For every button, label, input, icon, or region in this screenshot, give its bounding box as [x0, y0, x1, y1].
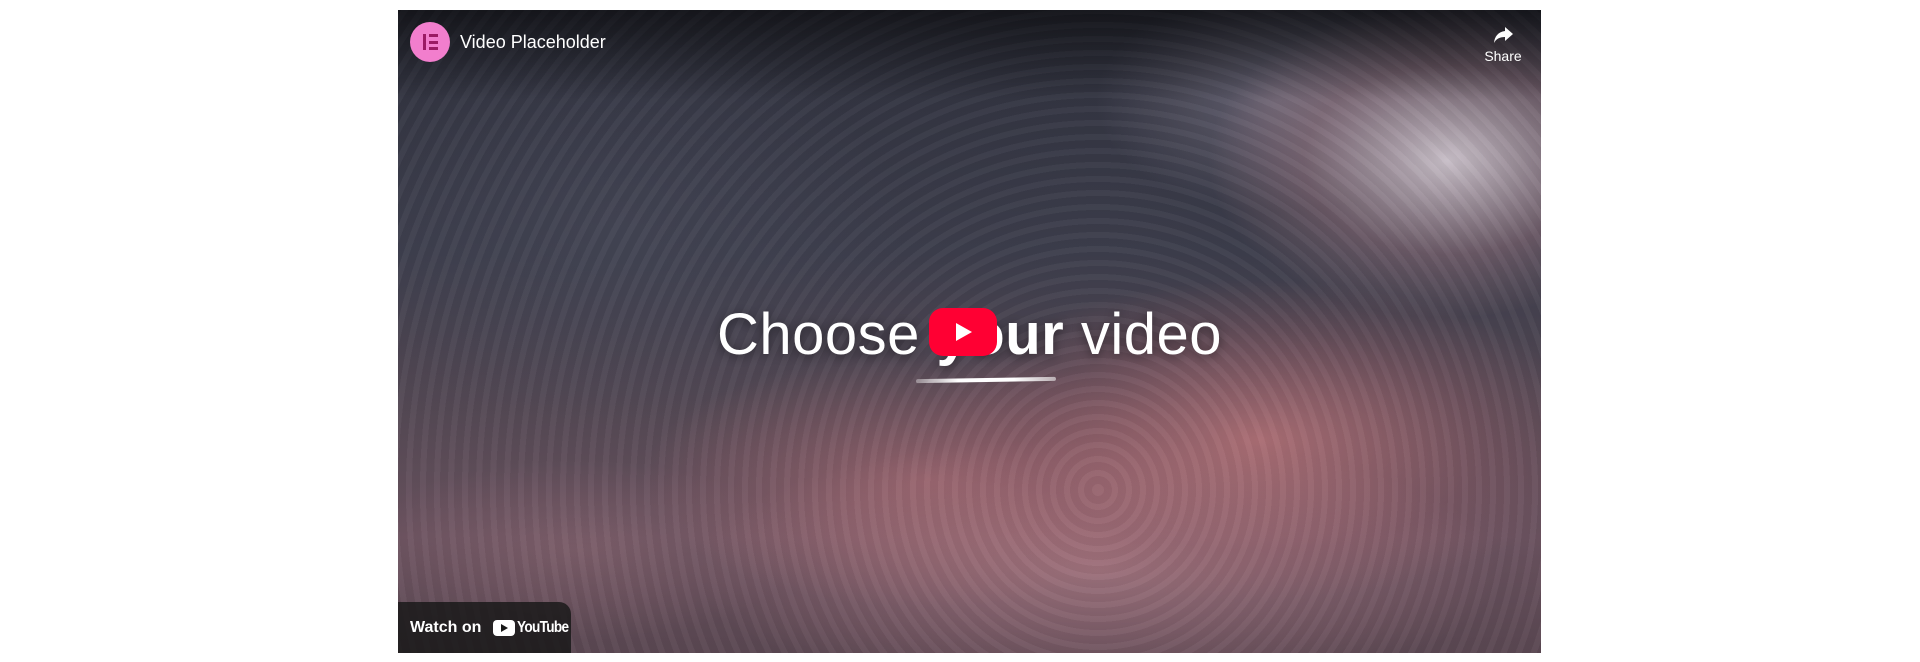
play-triangle-icon [956, 323, 972, 341]
youtube-wordmark: YouTube [517, 618, 569, 636]
video-player[interactable]: Video Placeholder Share Choose your vide… [398, 10, 1541, 653]
youtube-logo-icon [493, 619, 516, 636]
play-button[interactable] [929, 308, 997, 356]
youtube-logo: YouTube [493, 619, 577, 637]
share-button[interactable]: Share [1477, 22, 1529, 64]
headline-video: video [1064, 302, 1222, 367]
top-gradient [398, 10, 1541, 100]
watch-on-youtube-button[interactable]: Watch on YouTube [398, 602, 571, 653]
share-label: Share [1484, 48, 1522, 64]
video-title[interactable]: Video Placeholder [460, 32, 606, 52]
headline-choose: Choose [717, 302, 937, 367]
channel-avatar-icon[interactable] [410, 22, 450, 62]
watch-on-label: Watch on [410, 618, 482, 636]
share-arrow-icon [1494, 27, 1513, 43]
